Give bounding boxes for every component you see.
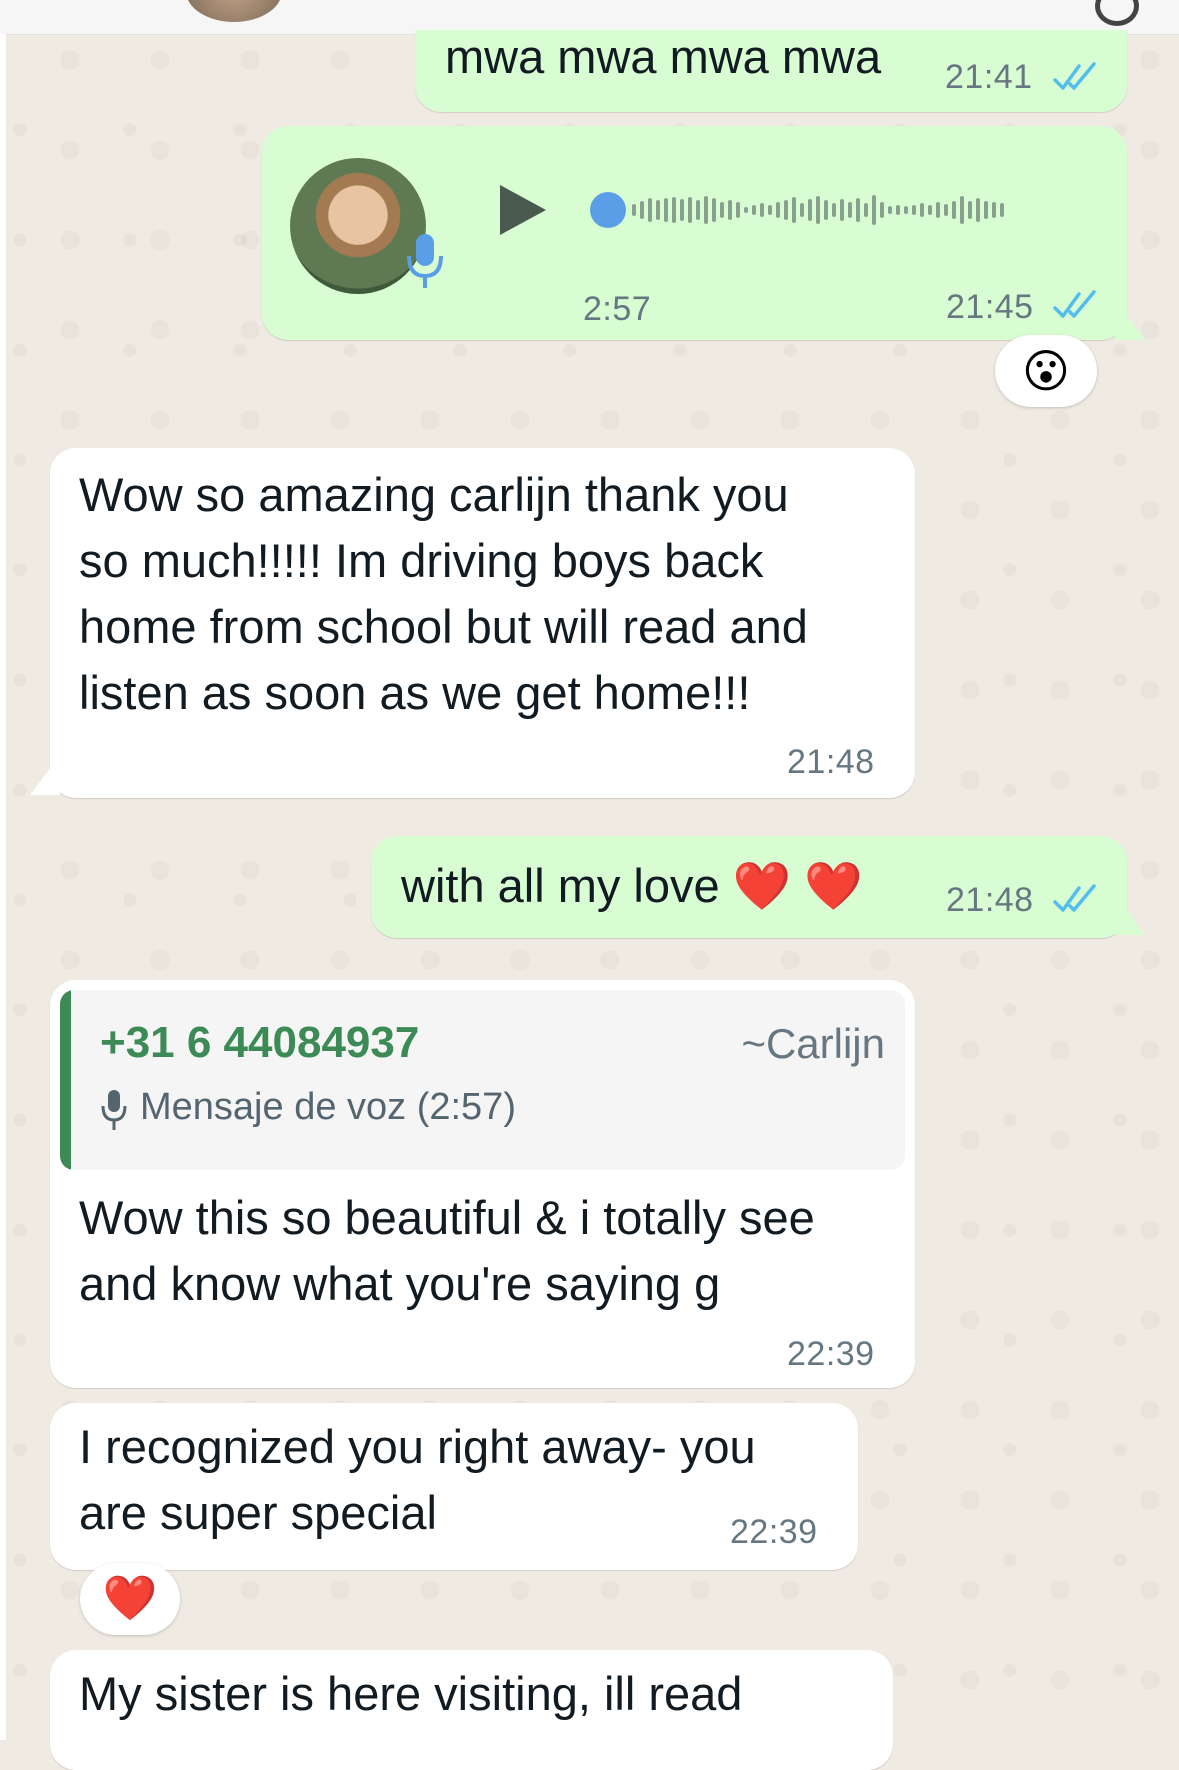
reaction-emoji: 😮 [1022, 345, 1070, 397]
message-bubble-incoming[interactable]: Wow so amazing carlijn thank you so much… [50, 448, 915, 798]
message-bubble-outgoing[interactable]: with all my love ❤️ ❤️ 21:48 [371, 836, 1127, 938]
reaction-badge[interactable]: 😮 [995, 335, 1097, 407]
bubble-tail [1115, 895, 1145, 935]
message-text: Wow this so beautiful & i totally see an… [79, 1191, 815, 1310]
message-time: 21:48 [946, 881, 1034, 919]
message-text: with all my love ❤️ ❤️ [401, 859, 863, 912]
play-icon[interactable] [498, 183, 548, 237]
quote-sender-name: ~Carlijn [741, 1020, 885, 1067]
contact-avatar[interactable] [186, 0, 282, 22]
message-text: mwa mwa mwa mwa [445, 30, 882, 83]
message-time: 21:45 [946, 288, 1034, 326]
bubble-tail [1115, 300, 1145, 340]
quote-sender-phone: +31 6 44084937 [100, 1018, 420, 1067]
voice-duration: 2:57 [583, 290, 652, 328]
quote-accent-bar [60, 990, 71, 1170]
double-check-icon [1053, 290, 1096, 318]
message-text: I recognized you right away- you are sup… [79, 1420, 756, 1539]
message-time: 22:39 [787, 1335, 875, 1373]
audio-waveform[interactable] [590, 185, 1080, 235]
reaction-badge[interactable]: ❤️ [80, 1563, 180, 1635]
bubble-tail [30, 755, 60, 795]
microphone-icon [407, 234, 443, 288]
call-icon[interactable] [1095, 0, 1139, 26]
message-time: 21:48 [787, 743, 875, 781]
message-bubble-incoming[interactable]: I recognized you right away- you are sup… [50, 1403, 858, 1570]
double-check-icon [1053, 62, 1096, 90]
message-bubble-incoming[interactable]: My sister is here visiting, ill read [50, 1650, 893, 1770]
message-text: My sister is here visiting, ill read [79, 1667, 743, 1720]
double-check-icon [1053, 884, 1096, 912]
quoted-message[interactable]: +31 6 44084937 ~Carlijn Mensaje de voz (… [60, 990, 905, 1170]
microphone-icon [101, 1090, 127, 1130]
reaction-emoji: ❤️ [102, 1574, 158, 1623]
message-bubble-outgoing[interactable]: mwa mwa mwa mwa 21:41 [415, 30, 1127, 112]
message-time: 21:41 [945, 58, 1033, 96]
edge-strip [0, 34, 6, 1740]
message-time: 22:39 [730, 1513, 818, 1551]
quote-text: Mensaje de voz (2:57) [140, 1086, 516, 1128]
message-text: Wow so amazing carlijn thank you so much… [79, 468, 808, 719]
